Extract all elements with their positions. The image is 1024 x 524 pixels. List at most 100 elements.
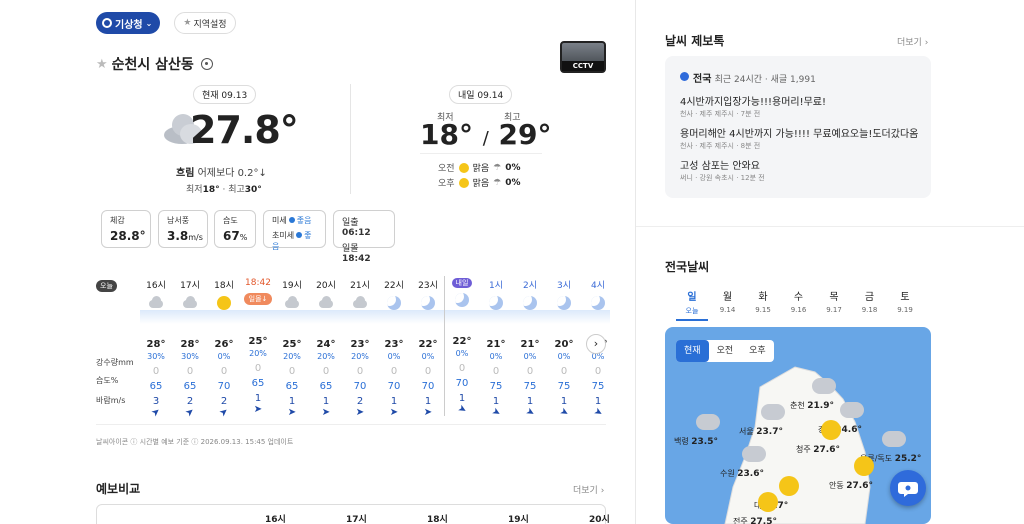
compare-yesterday: 어제보다 0.2°↓ [197,168,267,179]
day-name: 화 [758,292,768,303]
sunrise-value: 06:12 [342,228,371,238]
cloud-icon [283,296,301,308]
hour-temp: 25° [248,336,268,347]
metric-value: 67 [223,229,240,243]
tomorrow-am-row: 오전 맑음 ☂ 0% [438,161,520,174]
min-label: 최저 [186,185,203,195]
metric-dust[interactable]: 미세 좋음 초미세 좋음 [263,210,326,251]
report-summary: 최근 24시간 · 새글 1,991 [714,75,816,85]
hour-temp: 22° [418,339,438,350]
region-setting-button[interactable]: ★ 지역설정 [174,12,236,34]
status-dot-icon [288,217,295,223]
divider [420,153,542,154]
favorite-star-icon[interactable]: ★ [96,57,108,72]
day-tab[interactable]: 일 오늘 [676,288,708,321]
am-label: 오전 [438,164,455,174]
wind-direction-icon: ➤ [489,405,503,420]
cctv-label: CCTV [562,61,604,71]
moon-icon [421,296,435,310]
hour-pop: 30% [181,352,199,361]
hour-temp: 20° [554,339,574,350]
am-condition: 맑음 [472,164,490,174]
report-more-link[interactable]: 더보기 › [897,35,928,48]
day-name: 토 [900,292,910,303]
hour-time: 2시 [522,281,537,291]
time-segment: 현재 오전 오후 [676,340,774,362]
hour-temp: 23° [384,339,404,350]
column-divider [635,0,636,524]
city-name: 청주 [796,445,811,454]
metric-unit: % [239,233,248,242]
metric-value: 3.8 [167,229,189,243]
hour-humidity: 65 [183,381,197,392]
sun-icon [458,177,469,188]
divider [96,424,606,425]
sun-icon [758,492,778,512]
hour-humidity: 70 [421,381,435,392]
hour-time: 18:42 [245,278,271,288]
chat-fab-button[interactable] [890,470,926,506]
hour-precip: 0 [152,366,160,377]
segment-pm[interactable]: 오후 [741,340,774,362]
tomorrow-max: 29° [498,118,552,151]
day-tab[interactable]: 수 9.16 [783,288,815,314]
location-name: 순천시 삼산동 [111,57,194,73]
pm-pop: 0% [505,177,521,188]
compare-hour: 16시 [265,515,286,524]
hour-pop: 30% [147,352,165,361]
hour-column: 2시 21° 0% 0 75 1 ➤ [513,278,547,419]
cloud-icon [742,446,766,462]
day-tab[interactable]: 토 9.19 [889,288,921,314]
segment-am[interactable]: 오전 [709,340,742,362]
hour-precip: 0 [492,366,500,377]
day-tab[interactable]: 화 9.15 [747,288,779,314]
city-name: 백령 [674,437,689,446]
report-post-meta: 천사 · 제주 제주시 · 8분 전 [680,142,761,150]
hour-time: 22시 [384,281,404,291]
map-city-label: 안동 27.6° [829,480,873,491]
umbrella-icon: ☂ [493,177,502,188]
hour-humidity: 70 [455,378,469,389]
cctv-button[interactable]: CCTV [560,41,606,73]
report-post-text[interactable]: 용머리해안 4시반까지 가능!!!! 무료예요오늘!도더갔다옴 ... [680,125,922,140]
cloud-icon [147,296,165,308]
hour-wind: 2 [356,396,364,407]
metric-feels: 체감 28.8° [101,210,151,248]
cloud-icon [761,404,785,420]
hour-column: 내일 22° 0% 0 70 1 ➤ [445,278,479,416]
next-arrow-button[interactable]: › [586,334,606,354]
compare-more-link[interactable]: 더보기 › [573,483,604,496]
day-tab[interactable]: 금 9.18 [854,288,886,314]
city-temp: 27.6° [813,445,840,455]
wind-direction-icon: ➤ [217,405,231,420]
hour-humidity: 65 [149,381,163,392]
hour-wind: 1 [322,396,330,407]
current-location-icon[interactable] [200,58,213,70]
cloud-icon [840,402,864,418]
hour-humidity: 70 [217,381,231,392]
report-post-text[interactable]: 고성 삼포는 안와요 [680,157,922,172]
hour-precip: 0 [322,366,330,377]
segment-now[interactable]: 현재 [676,340,709,362]
cloud-icon [181,296,199,308]
hour-temp: 25° [282,339,302,350]
hour-column: 21시 23° 20% 0 70 2 ➤ [343,278,377,418]
hour-time: 16시 [146,281,166,291]
agency-button[interactable]: 기상청 ⌄ [96,12,160,34]
current-minmax: 최저18° · 최고30° [186,185,262,195]
hour-column: 18시 26° 0% 0 70 2 ➤ [207,278,241,420]
day-tab[interactable]: 목 9.17 [818,288,850,314]
metric-wind: 남서풍 3.8m/s [158,210,208,248]
report-post-text[interactable]: 4시반까지입장가능!!!용머리!무료! [680,93,922,108]
day-tab[interactable]: 월 9.14 [712,288,744,314]
hour-time: 1시 [488,281,503,291]
precip-row-label: 강수량mm [96,358,134,367]
cloud-icon [351,296,369,308]
today-badge: 오늘 [96,280,117,292]
metric-value: 28.8° [110,229,146,243]
agency-logo-icon [102,18,112,28]
humidity-row-label: 습도% [96,376,119,385]
day-name: 수 [793,292,804,303]
tomorrow-date-tag: 내일 09.14 [449,85,513,104]
day-name: 일 [687,292,697,303]
